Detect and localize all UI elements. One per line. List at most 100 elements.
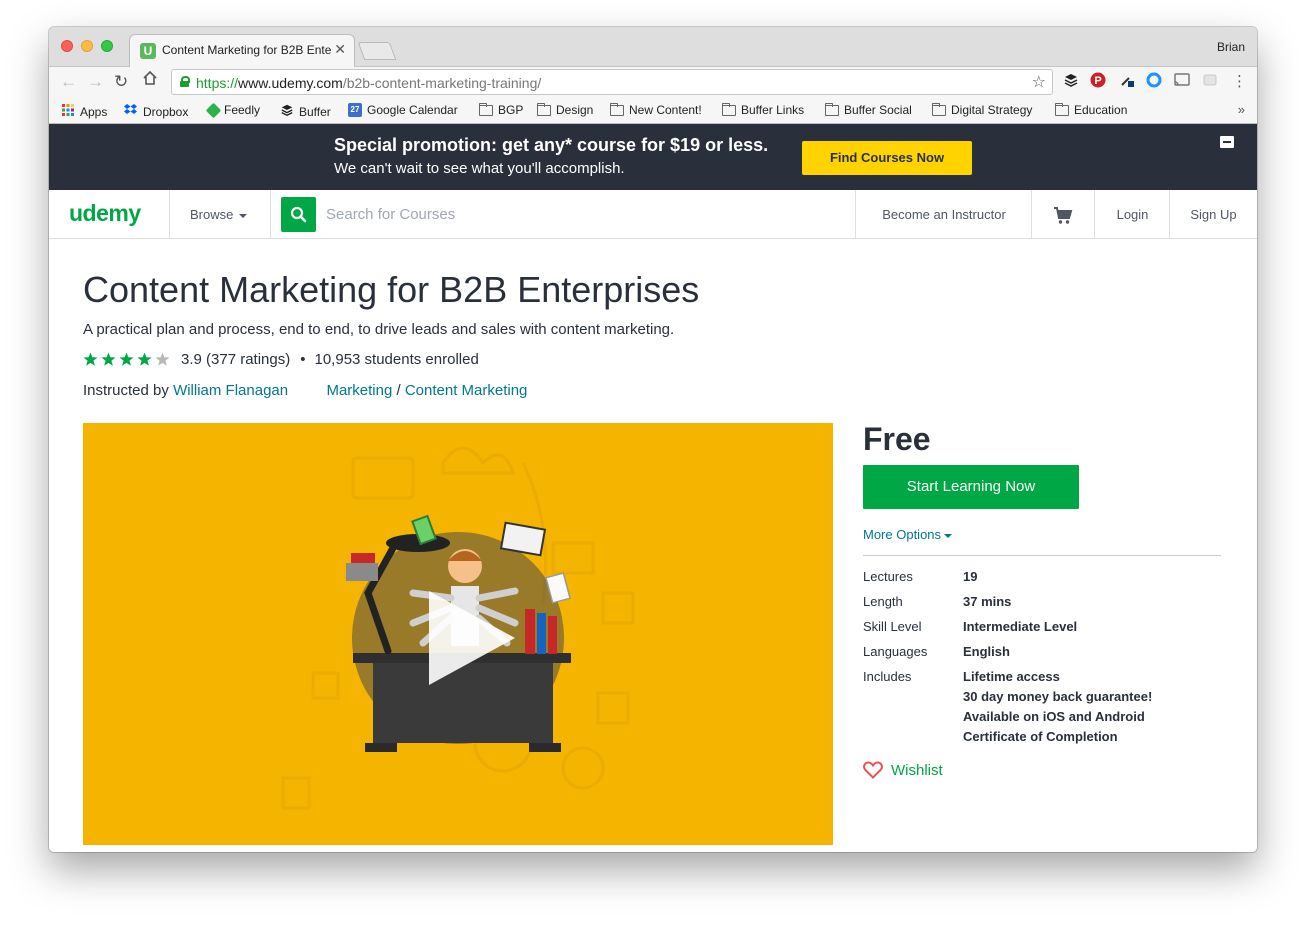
includes-item: Available on iOS and Android: [963, 709, 1145, 724]
pinterest-extension-icon[interactable]: P: [1090, 72, 1106, 92]
feedly-icon: [205, 102, 222, 118]
zoom-window-button[interactable]: [101, 40, 113, 52]
detail-row-skill-level: Skill Level Intermediate Level: [863, 619, 1152, 644]
close-tab-icon[interactable]: ✕: [334, 41, 346, 58]
rating-row: 3.9 (377 ratings) • 10,953 students enro…: [83, 351, 479, 368]
detail-row-languages: Languages English: [863, 644, 1152, 669]
detail-row-includes: Includes Lifetime access 30 day money ba…: [863, 669, 1152, 749]
start-learning-button[interactable]: Start Learning Now: [863, 465, 1079, 509]
minimize-window-button[interactable]: [81, 40, 93, 52]
more-options-dropdown[interactable]: More Options: [863, 527, 953, 542]
rating-text[interactable]: 3.9 (377 ratings): [181, 351, 290, 368]
browser-toolbar: ← → ↻ https://www.udemy.com/b2b-content-…: [49, 67, 1257, 98]
category-link-content-marketing[interactable]: Content Marketing: [405, 382, 528, 399]
find-courses-button[interactable]: Find Courses Now: [802, 141, 972, 175]
search-button[interactable]: [281, 197, 316, 232]
bookmark-folder-bgp[interactable]: BGP: [479, 102, 524, 117]
udemy-logo[interactable]: udemy: [69, 200, 141, 227]
instructor-link[interactable]: William Flanagan: [173, 382, 288, 399]
address-bar[interactable]: https://www.udemy.com/b2b-content-market…: [171, 69, 1053, 95]
star-rating: [83, 352, 170, 367]
bookmark-label: Apps: [80, 104, 108, 119]
more-bookmarks-chevron-icon[interactable]: »: [1238, 102, 1245, 117]
folder-icon: [1055, 102, 1069, 116]
bookmark-star-icon[interactable]: ☆: [1032, 72, 1046, 92]
bookmark-folder-education[interactable]: Education: [1055, 102, 1127, 117]
bookmark-label: Dropbox: [143, 104, 189, 119]
star-empty-icon: [155, 352, 170, 366]
detail-value: 19: [963, 569, 978, 584]
bookmark-folder-buffer-links[interactable]: Buffer Links: [722, 102, 805, 117]
chrome-menu-icon[interactable]: ⋮: [1232, 72, 1247, 90]
course-subtitle: A practical plan and process, end to end…: [83, 321, 675, 338]
includes-item: Lifetime access: [963, 669, 1060, 684]
detail-row-lectures: Lectures 19: [863, 569, 1152, 594]
detail-value: English: [963, 644, 1010, 659]
extension-badge-icon[interactable]: [1202, 72, 1218, 92]
bookmark-label: Buffer Links: [741, 103, 805, 117]
collapse-banner-icon[interactable]: [1220, 136, 1234, 148]
detail-label: Skill Level: [863, 619, 922, 634]
panel-divider: [863, 555, 1221, 556]
buffer-icon: [280, 103, 294, 120]
buffer-extension-icon[interactable]: [1063, 72, 1079, 92]
separator-dot: •: [300, 351, 306, 368]
tab-title: Content Marketing for B2B Enterprises | …: [162, 43, 332, 57]
course-illustration: [281, 446, 635, 810]
bookmark-dropbox[interactable]: Dropbox: [123, 103, 188, 120]
detail-label: Lectures: [863, 569, 913, 584]
reload-icon[interactable]: ↻: [114, 72, 128, 92]
detail-label: Length: [863, 594, 903, 609]
course-details: Lectures 19 Length 37 mins Skill Level I…: [863, 569, 1152, 749]
detail-value: 37 mins: [963, 594, 1012, 609]
detail-value: Intermediate Level: [963, 619, 1078, 634]
detail-label: Languages: [863, 644, 928, 659]
new-tab-button[interactable]: [357, 42, 397, 60]
bookmark-label: Buffer: [299, 104, 331, 119]
tab-udemy-course[interactable]: U Content Marketing for B2B Enterprises …: [129, 34, 355, 67]
circle-extension-icon[interactable]: [1146, 72, 1162, 92]
login-link[interactable]: Login: [1094, 190, 1170, 239]
close-window-button[interactable]: [61, 40, 73, 52]
includes-list: Lifetime access 30 day money back guaran…: [963, 669, 1152, 749]
home-icon[interactable]: [142, 70, 158, 91]
bookmark-feedly[interactable]: Feedly: [205, 102, 261, 118]
browse-menu-button[interactable]: Browse: [169, 190, 271, 239]
dropper-extension-icon[interactable]: [1119, 72, 1135, 92]
dropbox-icon: [123, 103, 138, 120]
includes-item: 30 day money back guarantee!: [963, 689, 1153, 704]
bookmark-folder-design[interactable]: Design: [537, 102, 593, 117]
search-input[interactable]: [321, 197, 821, 232]
bookmark-label: BGP: [498, 103, 524, 117]
heart-icon: [863, 761, 883, 779]
star-full-icon: [119, 352, 134, 366]
caret-down-icon: [944, 533, 953, 538]
bookmark-label: Buffer Social: [844, 103, 912, 117]
bookmark-buffer[interactable]: Buffer: [280, 103, 331, 120]
course-price: Free: [863, 421, 931, 457]
bookmark-folder-buffer-social[interactable]: Buffer Social: [825, 102, 912, 117]
star-full-icon: [137, 352, 152, 366]
browser-window: U Content Marketing for B2B Enterprises …: [49, 27, 1257, 852]
promo-subtitle: We can't wait to see what you'll accompl…: [334, 160, 625, 177]
bookmarks-bar: Apps Dropbox Feedly Buffer 27 Google Cal…: [49, 98, 1257, 124]
become-instructor-link[interactable]: Become an Instructor: [855, 190, 1032, 239]
bookmark-apps[interactable]: Apps: [61, 103, 107, 120]
bookmark-google-calendar[interactable]: 27 Google Calendar: [348, 103, 458, 117]
bookmark-folder-new-content[interactable]: New Content!: [610, 102, 702, 117]
cart-button[interactable]: [1031, 190, 1094, 239]
forward-arrow-icon[interactable]: →: [87, 72, 104, 92]
course-preview-video[interactable]: [83, 423, 833, 845]
enrolled-count: 10,953 students enrolled: [314, 351, 479, 368]
bookmark-label: Feedly: [224, 103, 261, 117]
back-arrow-icon[interactable]: ←: [60, 72, 77, 92]
profile-name[interactable]: Brian: [1217, 40, 1245, 54]
signup-link[interactable]: Sign Up: [1169, 190, 1257, 239]
tab-strip: U Content Marketing for B2B Enterprises …: [49, 27, 1257, 67]
category-link-marketing[interactable]: Marketing: [326, 382, 392, 399]
bookmark-label: Google Calendar: [367, 103, 458, 117]
bookmark-label: Digital Strategy: [951, 103, 1033, 117]
wishlist-button[interactable]: Wishlist: [863, 761, 943, 779]
cast-icon[interactable]: [1173, 72, 1191, 92]
bookmark-folder-digital-strategy[interactable]: Digital Strategy: [932, 102, 1033, 117]
